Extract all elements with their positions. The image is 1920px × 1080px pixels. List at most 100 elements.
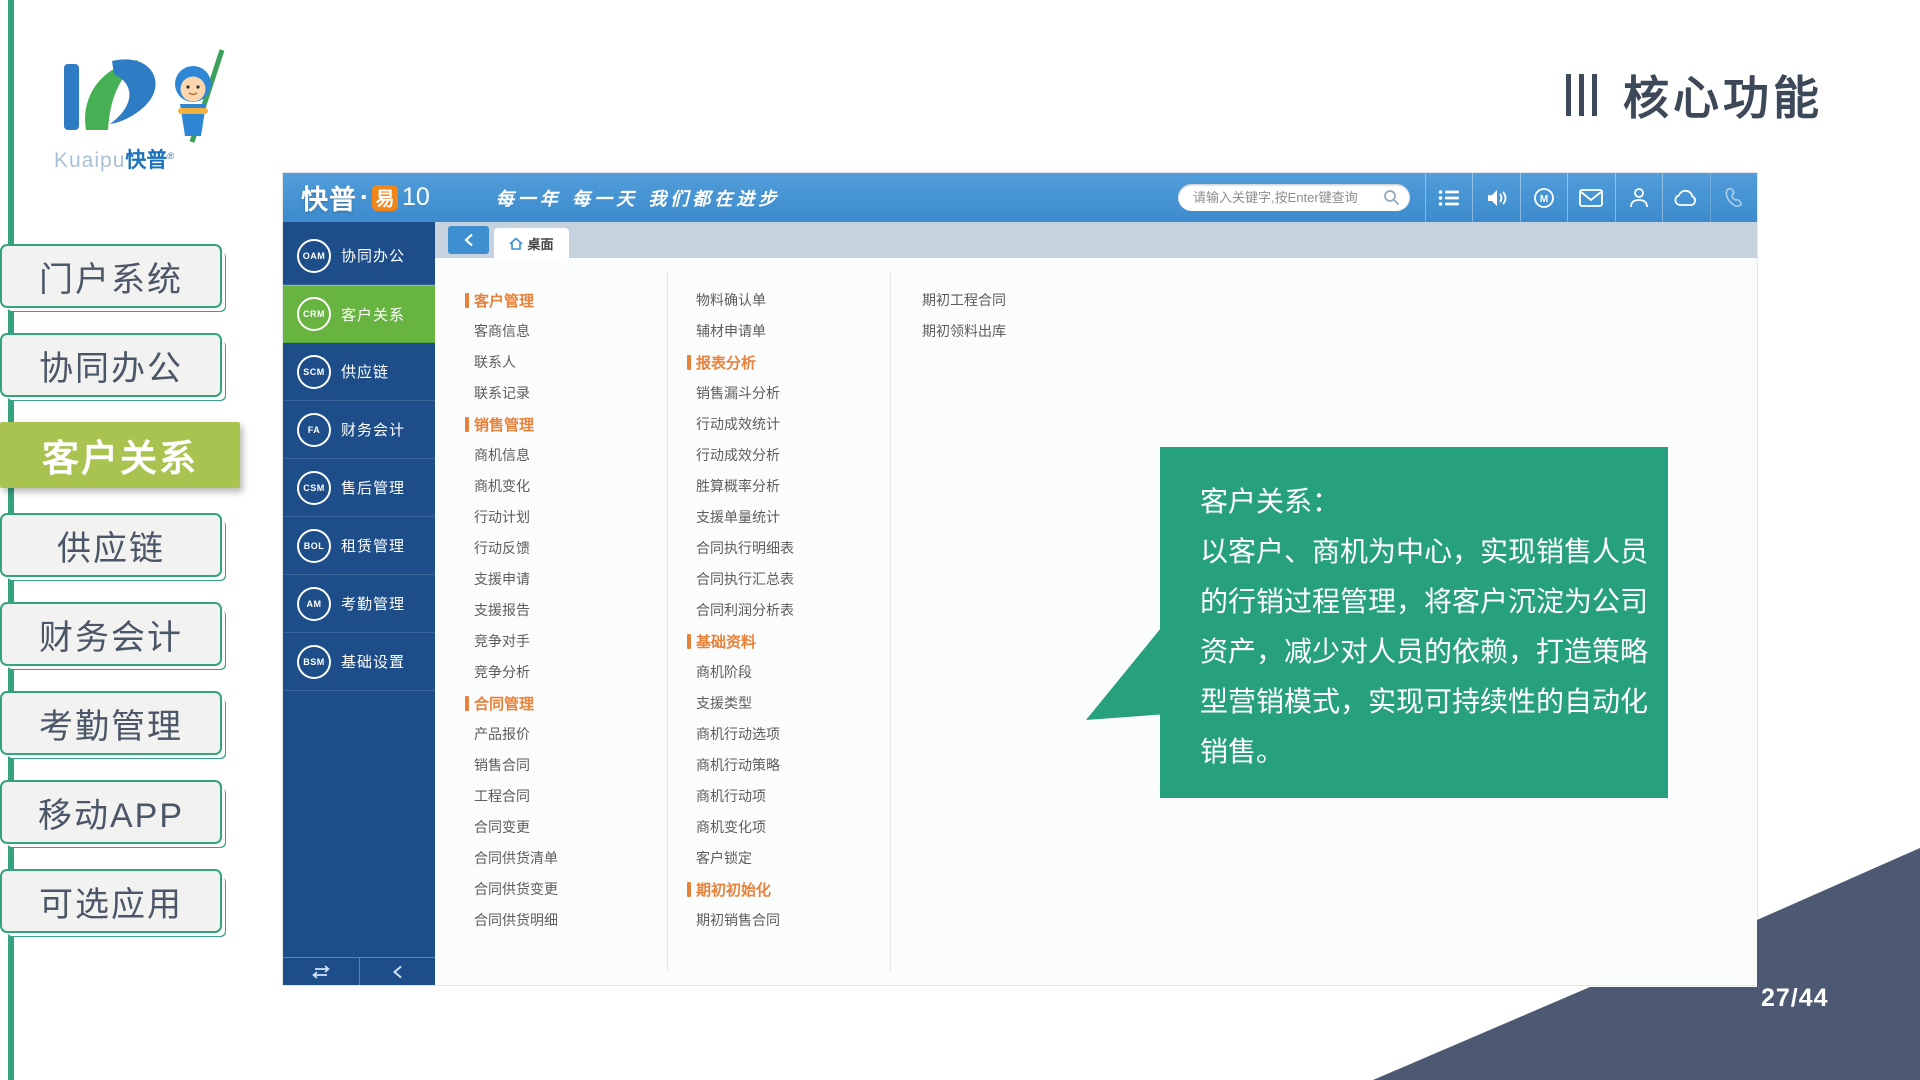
menu-entry[interactable]: 合同管理: [465, 688, 675, 719]
menu-entry[interactable]: 销售漏斗分析: [687, 378, 897, 409]
nav-item[interactable]: AM 考勤管理: [283, 575, 435, 633]
kuaipu-logo: Kuaipu快普®: [50, 48, 260, 178]
tab-back-button[interactable]: [448, 226, 489, 254]
menu-entry[interactable]: 辅材申请单: [687, 316, 897, 347]
menu-list-icon[interactable]: [1425, 173, 1472, 222]
menu-entry[interactable]: 支援单量统计: [687, 502, 897, 533]
nav-item[interactable]: FA 财务会计: [283, 401, 435, 459]
menu-entry[interactable]: 报表分析: [687, 347, 897, 378]
menu-entry[interactable]: 行动计划: [465, 502, 675, 533]
menu-entry[interactable]: 竞争分析: [465, 657, 675, 688]
sidebar-item-label: 考勤管理: [39, 699, 183, 748]
logo-mark: [50, 48, 250, 144]
menu-entry[interactable]: 商机行动项: [687, 781, 897, 812]
menu-entry[interactable]: 客户锁定: [687, 843, 897, 874]
callout-line: 以客户、商机为中心，实现销售人员: [1200, 527, 1668, 577]
menu-entry[interactable]: 商机变化: [465, 471, 675, 502]
menu-entry[interactable]: 支援类型: [687, 688, 897, 719]
menu-entry[interactable]: 行动成效分析: [687, 440, 897, 471]
collapse-nav-button[interactable]: [359, 958, 436, 985]
menu-entry[interactable]: 合同执行汇总表: [687, 564, 897, 595]
nav-item-badge: BOL: [297, 529, 331, 563]
menu-entry[interactable]: 合同变更: [465, 812, 675, 843]
nav-item[interactable]: OAM 协同办公: [283, 227, 435, 285]
sidebar-item[interactable]: 供应链: [0, 513, 222, 577]
menu-entry[interactable]: 合同供货明细: [465, 905, 675, 936]
sidebar-item-label: 移动APP: [38, 788, 184, 837]
mail-icon[interactable]: [1567, 173, 1614, 222]
tab-bar: 桌面: [435, 222, 1757, 258]
menu-entry[interactable]: 合同供货变更: [465, 874, 675, 905]
brand-text-en: Kuaipu: [54, 149, 125, 172]
nav-item-badge: FA: [297, 413, 331, 447]
menu-entry[interactable]: 销售合同: [465, 750, 675, 781]
chevron-left-icon: [464, 233, 474, 247]
menu-entry[interactable]: 合同利润分析表: [687, 595, 897, 626]
menu-entry[interactable]: 产品报价: [465, 719, 675, 750]
swap-view-button[interactable]: [283, 958, 359, 985]
menu-entry[interactable]: 合同供货清单: [465, 843, 675, 874]
callout-line: 资产，减少对人员的依赖，打造策略: [1200, 627, 1668, 677]
callout-body: 以客户、商机为中心，实现销售人员的行销过程管理，将客户沉淀为公司资产，减少对人员…: [1200, 527, 1668, 777]
menu-entry[interactable]: 支援报告: [465, 595, 675, 626]
menu-entry[interactable]: 商机变化项: [687, 812, 897, 843]
callout-line: 销售。: [1200, 727, 1668, 777]
sidebar-item[interactable]: 移动APP: [0, 780, 222, 844]
menu-entry[interactable]: 合同执行明细表: [687, 533, 897, 564]
sidebar-item-label: 财务会计: [39, 610, 183, 659]
search-input[interactable]: [1191, 189, 1383, 206]
callout-line: 型营销模式，实现可持续性的自动化: [1200, 677, 1668, 727]
menu-entry[interactable]: 销售管理: [465, 409, 675, 440]
nav-item[interactable]: BOL 租赁管理: [283, 517, 435, 575]
im-icon[interactable]: M: [1520, 173, 1567, 222]
app-brand: 快普 · 易 10: [301, 178, 430, 217]
sidebar-item[interactable]: 客户关系: [0, 422, 240, 488]
menu-entry[interactable]: 商机行动策略: [687, 750, 897, 781]
menu-entry[interactable]: 期初销售合同: [687, 905, 897, 936]
menu-entry[interactable]: 客商信息: [465, 316, 675, 347]
nav-item[interactable]: BSM 基础设置: [283, 633, 435, 691]
user-icon[interactable]: [1615, 173, 1662, 222]
sidebar-item[interactable]: 门户系统: [0, 244, 222, 308]
nav-item[interactable]: CSM 售后管理: [283, 459, 435, 517]
menu-entry[interactable]: 竞争对手: [465, 626, 675, 657]
menu-entry[interactable]: 物料确认单: [687, 285, 897, 316]
cloud-icon[interactable]: [1662, 173, 1709, 222]
menu-entry[interactable]: 期初初始化: [687, 874, 897, 905]
page-title-text: 核心功能: [1623, 62, 1823, 128]
menu-entry[interactable]: 商机信息: [465, 440, 675, 471]
callout-title: 客户关系：: [1200, 477, 1668, 527]
menu-column-3: 期初工程合同期初领料出库: [913, 285, 1123, 347]
menu-entry[interactable]: 支援申请: [465, 564, 675, 595]
callout-line: 的行销过程管理，将客户沉淀为公司: [1200, 577, 1668, 627]
nav-item-badge: CRM: [297, 297, 331, 331]
menu-entry[interactable]: 期初领料出库: [913, 316, 1123, 347]
sidebar-item[interactable]: 协同办公: [0, 333, 222, 397]
speaker-icon[interactable]: [1472, 173, 1519, 222]
sidebar-item-label: 可选应用: [39, 877, 183, 926]
menu-entry[interactable]: 客户管理: [465, 285, 675, 316]
menu-entry[interactable]: 行动成效统计: [687, 409, 897, 440]
phone-icon[interactable]: [1710, 173, 1757, 222]
search-icon[interactable]: [1383, 189, 1400, 206]
menu-entry[interactable]: 行动反馈: [465, 533, 675, 564]
sidebar-item[interactable]: 财务会计: [0, 602, 222, 666]
menu-entry[interactable]: 联系人: [465, 347, 675, 378]
menu-entry[interactable]: 工程合同: [465, 781, 675, 812]
sidebar-item[interactable]: 可选应用: [0, 869, 222, 933]
nav-item-badge: BSM: [297, 645, 331, 679]
menu-entry[interactable]: 联系记录: [465, 378, 675, 409]
nav-item[interactable]: SCM 供应链: [283, 343, 435, 401]
tab-desktop[interactable]: 桌面: [494, 228, 569, 258]
swap-arrows-icon: [311, 965, 331, 979]
menu-entry[interactable]: 胜算概率分析: [687, 471, 897, 502]
nav-item-badge: SCM: [297, 355, 331, 389]
menu-column-1: 客户管理客商信息联系人联系记录销售管理商机信息商机变化行动计划行动反馈支援申请支…: [465, 285, 675, 936]
menu-entry[interactable]: 商机阶段: [687, 657, 897, 688]
nav-item[interactable]: CRM 客户关系: [283, 285, 435, 343]
sidebar-item[interactable]: 考勤管理: [0, 691, 222, 755]
nav-item-label: 供应链: [341, 361, 389, 382]
menu-entry[interactable]: 商机行动选项: [687, 719, 897, 750]
menu-entry[interactable]: 期初工程合同: [913, 285, 1123, 316]
menu-entry[interactable]: 基础资料: [687, 626, 897, 657]
